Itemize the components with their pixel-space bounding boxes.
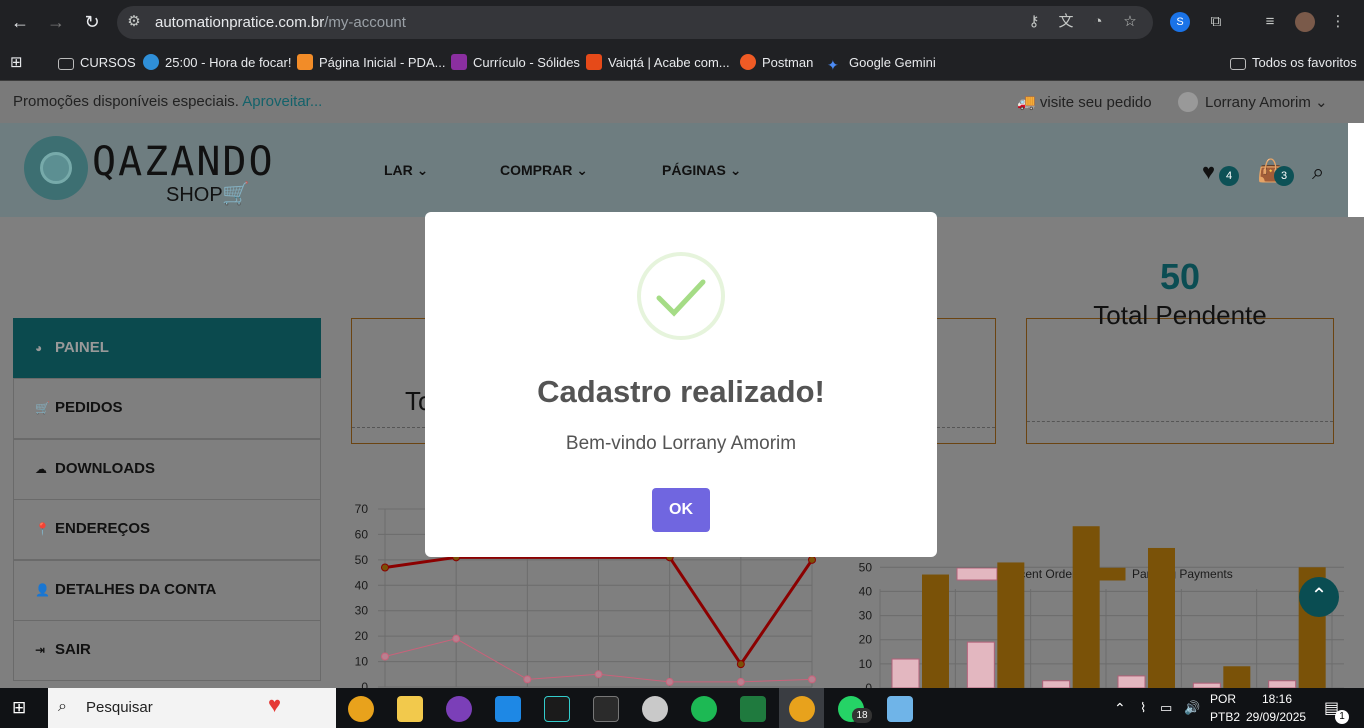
health-stethoscope-icon: ♥ bbox=[268, 692, 282, 717]
gemini-icon: ✦ bbox=[827, 57, 839, 73]
folder-icon bbox=[1230, 58, 1246, 70]
folder-icon bbox=[58, 58, 74, 70]
whatsapp-badge: 18 bbox=[852, 708, 872, 723]
performance-icon[interactable]: ◔ bbox=[1088, 12, 1108, 32]
terminal-icon[interactable] bbox=[593, 696, 619, 722]
excel-icon[interactable] bbox=[740, 696, 766, 722]
success-check-icon bbox=[637, 252, 725, 340]
scroll-to-top-button[interactable]: ⌃ bbox=[1299, 577, 1339, 617]
url-host: automationpratice.com.br bbox=[155, 14, 325, 31]
ok-button[interactable]: OK bbox=[652, 488, 710, 532]
notepad-icon[interactable] bbox=[887, 696, 913, 722]
profile-avatar[interactable] bbox=[1295, 12, 1315, 32]
star-icon[interactable]: ☆ bbox=[1120, 12, 1140, 32]
spotify-icon[interactable] bbox=[691, 696, 717, 722]
vscode-icon[interactable] bbox=[495, 696, 521, 722]
taskbar-search-placeholder: Pesquisar bbox=[86, 699, 153, 716]
extensions-icon[interactable]: ⧉ bbox=[1206, 12, 1226, 32]
bookmark-label: Currículo - Sólides bbox=[473, 55, 580, 70]
postman-icon bbox=[740, 54, 756, 70]
bookmark-gemini[interactable]: ✦ Google Gemini bbox=[827, 53, 936, 73]
url-text[interactable]: automationpratice.com.br/my-account bbox=[155, 14, 406, 31]
back-arrow-icon[interactable]: ← bbox=[8, 10, 32, 34]
chrome-taskbar-icon[interactable] bbox=[348, 696, 374, 722]
bookmark-label: Google Gemini bbox=[849, 55, 936, 70]
bookmark-vaiqta[interactable]: Vaiqtá | Acabe com... bbox=[586, 53, 730, 73]
vaiqta-icon bbox=[586, 54, 602, 70]
bookmark-solides[interactable]: Currículo - Sólides bbox=[451, 53, 580, 73]
bookmark-focus[interactable]: 25:00 - Hora de focar! bbox=[143, 53, 291, 73]
bookmark-pda[interactable]: Página Inicial - PDA... bbox=[297, 53, 445, 73]
check-mark-icon bbox=[656, 279, 706, 317]
pda-icon bbox=[297, 54, 313, 70]
chevron-up-icon: ⌃ bbox=[1310, 585, 1328, 607]
check-circle-icon bbox=[143, 54, 159, 70]
windows-start-icon[interactable]: ⊞ bbox=[12, 699, 30, 717]
shazam-extension-icon[interactable]: S bbox=[1170, 12, 1190, 32]
bookmark-label: 25:00 - Hora de focar! bbox=[165, 55, 292, 70]
kebab-menu-icon[interactable]: ⋮ bbox=[1328, 12, 1348, 32]
bookmark-label: Postman bbox=[762, 55, 814, 70]
clock-date[interactable]: 29/09/2025 bbox=[1246, 710, 1306, 724]
volume-icon[interactable]: 🔊 bbox=[1184, 700, 1200, 716]
chrome-profile-icon[interactable] bbox=[789, 696, 815, 722]
file-explorer-icon[interactable] bbox=[397, 696, 423, 722]
clock-time[interactable]: 18:16 bbox=[1262, 692, 1292, 706]
battery-icon[interactable]: ▭ bbox=[1160, 700, 1172, 716]
wifi-icon[interactable]: ⌇ bbox=[1140, 700, 1146, 716]
url-path: /my-account bbox=[324, 14, 406, 31]
key-icon[interactable]: ⚷ bbox=[1024, 12, 1044, 32]
cypress-icon[interactable] bbox=[544, 696, 570, 722]
modal-message: Bem-vindo Lorrany Amorim bbox=[565, 433, 797, 454]
paint-icon[interactable] bbox=[642, 696, 668, 722]
chevron-up-icon[interactable]: ⌃ bbox=[1114, 700, 1126, 717]
apps-grid-icon[interactable]: ⊞ bbox=[10, 53, 26, 73]
bookmark-label: Página Inicial - PDA... bbox=[319, 55, 446, 70]
bookmark-label: Vaiqtá | Acabe com... bbox=[608, 55, 730, 70]
github-desktop-icon[interactable] bbox=[446, 696, 472, 722]
bookmark-postman[interactable]: Postman bbox=[740, 53, 813, 73]
search-icon: ⌕ bbox=[58, 698, 67, 715]
notification-badge: 1 bbox=[1335, 710, 1349, 724]
bookmark-label: CURSOS bbox=[80, 55, 136, 70]
bookmark-cursos[interactable]: CURSOS bbox=[58, 53, 136, 73]
keyboard-layout[interactable]: PTB2 bbox=[1210, 710, 1240, 724]
all-favorites[interactable]: Todos os favoritos bbox=[1230, 53, 1357, 73]
language-indicator[interactable]: POR bbox=[1210, 692, 1236, 706]
modal-title: Cadastro realizado! bbox=[537, 374, 825, 409]
solides-icon bbox=[451, 54, 467, 70]
translate-icon[interactable]: 文 bbox=[1056, 12, 1076, 32]
reading-list-icon[interactable]: ≡ bbox=[1260, 12, 1280, 32]
all-favorites-label: Todos os favoritos bbox=[1252, 55, 1357, 70]
reload-icon[interactable]: ↻ bbox=[80, 10, 104, 34]
forward-arrow-icon[interactable]: → bbox=[44, 10, 68, 34]
site-info-icon[interactable]: ⚙ bbox=[124, 12, 144, 32]
